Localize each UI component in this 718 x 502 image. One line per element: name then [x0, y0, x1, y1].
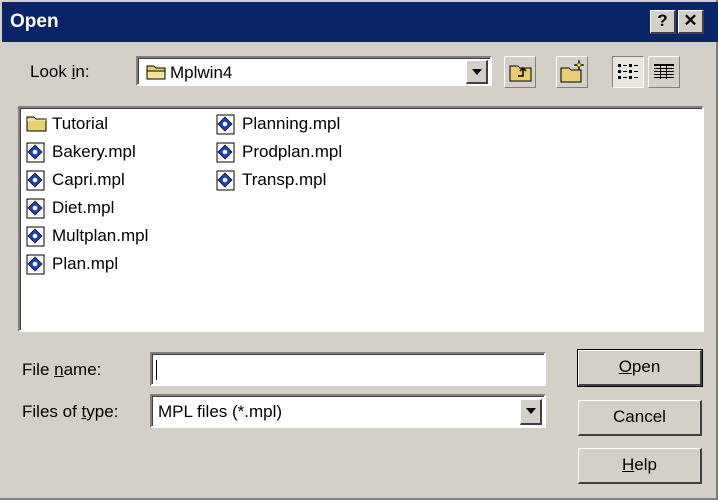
open-accel: O — [618, 357, 632, 376]
close-button[interactable]: ✕ — [678, 10, 704, 34]
create-new-folder-button[interactable] — [556, 56, 588, 88]
look-in-dropdown-button[interactable] — [466, 60, 488, 84]
details-view-button[interactable] — [648, 56, 680, 88]
files-of-type-combo[interactable]: MPL files (*.mpl) — [150, 394, 546, 428]
files-of-type-label: Files of type: — [22, 402, 118, 422]
up-one-level-icon — [509, 65, 532, 82]
mpl-file-icon — [26, 170, 45, 191]
files-of-type-label-text: Files of — [22, 402, 82, 421]
file-name-accel: n — [54, 360, 64, 379]
mpl-file-icon — [216, 170, 235, 191]
look-in-label: Look in: — [30, 62, 90, 82]
cancel-button[interactable]: Cancel — [578, 400, 702, 436]
files-of-type-label-suffix: ype: — [86, 402, 119, 421]
list-view-button[interactable] — [612, 56, 644, 88]
file-name-label-suffix: ame: — [63, 360, 102, 379]
file-name-label: File name: — [22, 360, 101, 380]
file-name-label: Multplan.mpl — [52, 226, 149, 245]
list-view-icon — [618, 64, 638, 79]
text-cursor — [156, 360, 157, 380]
mpl-file-icon — [216, 114, 235, 135]
open-label: pen — [631, 357, 661, 376]
open-button[interactable]: Open — [577, 349, 703, 387]
open-dialog: Open ? ✕ Look in: Mplwin4 Tutorial Baker… — [0, 0, 718, 500]
look-in-combo[interactable]: Mplwin4 — [136, 56, 492, 86]
file-name-label: Prodplan.mpl — [242, 142, 343, 161]
folder-icon — [26, 116, 47, 132]
help-label: elp — [634, 455, 657, 474]
folder-open-icon — [146, 65, 166, 80]
mpl-file-icon — [216, 142, 235, 163]
file-name-label: Transp.mpl — [242, 170, 327, 189]
file-name-label-text: File — [22, 360, 55, 379]
file-name-label: Diet.mpl — [52, 198, 115, 217]
file-name-label: Plan.mpl — [52, 254, 119, 273]
file-name-label: Tutorial — [52, 114, 109, 133]
file-name-input[interactable] — [150, 352, 546, 386]
help-accel: H — [622, 455, 635, 474]
mpl-file-icon — [26, 198, 45, 219]
file-name-label: Bakery.mpl — [52, 142, 136, 161]
mpl-file-icon — [26, 226, 45, 247]
close-icon: ✕ — [683, 11, 698, 30]
mpl-file-icon — [26, 142, 45, 163]
file-list[interactable]: Tutorial Bakery.mpl Capri.mpl Diet.mpl M… — [18, 106, 704, 332]
dialog-title: Open — [10, 11, 59, 32]
look-in-label-text: Look — [30, 62, 72, 81]
help-dialog-button[interactable]: Help — [578, 448, 702, 484]
help-button[interactable]: ? — [650, 10, 676, 34]
new-folder-icon — [560, 59, 585, 83]
file-name-label: Planning.mpl — [242, 114, 341, 133]
mpl-file-icon — [26, 254, 45, 275]
look-in-value: Mplwin4 — [170, 63, 233, 82]
file-name-label: Capri.mpl — [52, 170, 125, 189]
up-one-level-button[interactable] — [504, 56, 536, 88]
files-of-type-dropdown-button[interactable] — [520, 399, 542, 425]
files-of-type-value: MPL files (*.mpl) — [158, 402, 283, 421]
look-in-label-suffix: n: — [75, 62, 90, 81]
title-bar[interactable]: Open ? ✕ — [2, 2, 718, 42]
details-view-icon — [654, 64, 674, 79]
